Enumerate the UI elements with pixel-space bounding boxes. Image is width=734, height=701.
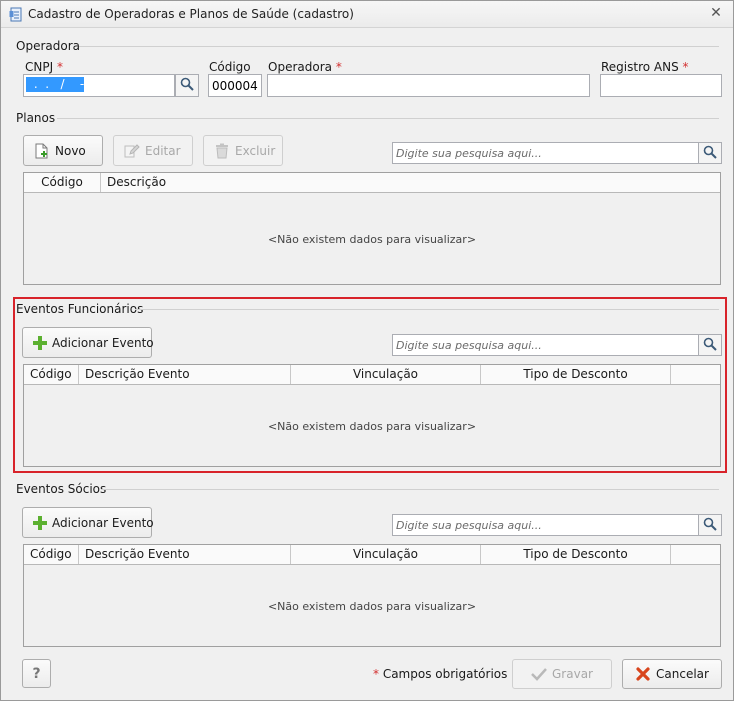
planos-table-header: Código Descrição: [24, 173, 720, 193]
new-document-icon: [34, 143, 50, 159]
cnpj-search-button[interactable]: [175, 74, 199, 97]
magnifier-icon: [180, 77, 194, 94]
eventos-socios-add-button[interactable]: Adicionar Evento: [22, 507, 154, 538]
help-button[interactable]: ?: [22, 659, 51, 688]
column-header-codigo[interactable]: Código: [24, 173, 101, 192]
operadora-group-title: Operadora: [16, 39, 80, 53]
column-header-tipo-desconto[interactable]: Tipo de Desconto: [481, 545, 671, 564]
magnifier-icon: [703, 337, 717, 354]
column-header-codigo[interactable]: Código: [24, 365, 79, 384]
registro-ans-field[interactable]: [600, 74, 722, 97]
edit-pencil-icon: [124, 143, 140, 159]
novo-button[interactable]: Novo: [23, 135, 103, 166]
excluir-button-label: Excluir: [235, 143, 276, 158]
green-plus-icon: [33, 335, 47, 351]
eventos-socios-group-title: Eventos Sócios: [16, 482, 107, 496]
column-header-descricao[interactable]: Descrição: [101, 173, 720, 192]
column-header-descricao-evento[interactable]: Descrição Evento: [79, 545, 291, 564]
cnpj-label: CNPJ *: [25, 60, 63, 74]
eventos-funcionarios-group-divider: [135, 309, 719, 310]
planos-empty-message: <Não existem dados para visualizar>: [267, 233, 477, 246]
form-document-icon: [9, 7, 23, 22]
eventos-socios-table-header: Código Descrição Evento Vinculação Tipo …: [24, 545, 720, 565]
gravar-button[interactable]: Gravar: [512, 659, 612, 689]
magnifier-icon: [703, 145, 717, 162]
column-header-tipo-desconto[interactable]: Tipo de Desconto: [481, 365, 671, 384]
cancelar-button-label: Cancelar: [656, 667, 709, 681]
editar-button-label: Editar: [145, 143, 181, 158]
column-header-vinculacao[interactable]: Vinculação: [291, 545, 481, 564]
operadora-group-divider: [79, 46, 719, 47]
eventos-funcionarios-empty-message: <Não existem dados para visualizar>: [267, 420, 477, 433]
column-header-descricao-evento[interactable]: Descrição Evento: [79, 365, 291, 384]
eventos-socios-empty-message: <Não existem dados para visualizar>: [267, 600, 477, 613]
magnifier-icon: [703, 517, 717, 534]
eventos-funcionarios-add-button[interactable]: Adicionar Evento: [22, 327, 154, 358]
operadora-label: Operadora *: [268, 60, 342, 74]
planos-search-button[interactable]: [698, 142, 722, 164]
novo-button-label: Novo: [55, 143, 86, 158]
planos-table: Código Descrição <Não existem dados para…: [23, 172, 721, 285]
gravar-button-label: Gravar: [552, 667, 593, 681]
close-icon[interactable]: ✕: [709, 6, 723, 20]
eventos-funcionarios-add-label: Adicionar Evento: [52, 335, 154, 350]
codigo-label: Código: [209, 60, 251, 74]
eventos-socios-search-input[interactable]: [392, 514, 699, 536]
required-fields-note: * Campos obrigatórios: [373, 667, 508, 681]
cnpj-value-selection: . . / -: [26, 77, 84, 92]
excluir-button[interactable]: Excluir: [203, 135, 283, 166]
eventos-funcionarios-search-button[interactable]: [698, 334, 722, 356]
codigo-field[interactable]: [208, 74, 262, 97]
column-header-extra: [671, 545, 720, 564]
registro-ans-label: Registro ANS *: [601, 60, 689, 74]
eventos-funcionarios-table-header: Código Descrição Evento Vinculação Tipo …: [24, 365, 720, 385]
title-bar: Cadastro de Operadoras e Planos de Saúde…: [1, 1, 733, 28]
eventos-socios-group-divider: [101, 489, 719, 490]
eventos-funcionarios-table: Código Descrição Evento Vinculação Tipo …: [23, 364, 721, 467]
green-plus-icon: [33, 515, 47, 531]
planos-group-divider: [57, 118, 719, 119]
eventos-funcionarios-group-title: Eventos Funcionários: [16, 302, 144, 316]
column-header-extra: [671, 365, 720, 384]
eventos-funcionarios-search-input[interactable]: [392, 334, 699, 356]
window-title: Cadastro de Operadoras e Planos de Saúde…: [28, 7, 354, 21]
planos-group-title: Planos: [16, 111, 56, 125]
eventos-socios-add-label: Adicionar Evento: [52, 515, 154, 530]
column-header-vinculacao[interactable]: Vinculação: [291, 365, 481, 384]
trash-icon: [214, 143, 230, 159]
cancelar-button[interactable]: Cancelar: [622, 659, 722, 689]
operadora-name-field[interactable]: [267, 74, 590, 97]
planos-search-input[interactable]: [392, 142, 699, 164]
red-x-icon: [635, 666, 651, 682]
editar-button[interactable]: Editar: [113, 135, 193, 166]
column-header-codigo[interactable]: Código: [24, 545, 79, 564]
eventos-socios-search-button[interactable]: [698, 514, 722, 536]
check-icon: [531, 666, 547, 682]
dialog-window: Cadastro de Operadoras e Planos de Saúde…: [0, 0, 734, 701]
eventos-socios-table: Código Descrição Evento Vinculação Tipo …: [23, 544, 721, 647]
